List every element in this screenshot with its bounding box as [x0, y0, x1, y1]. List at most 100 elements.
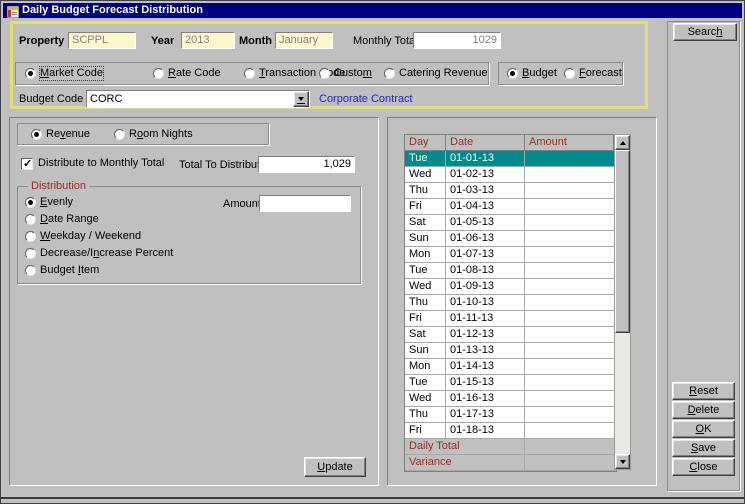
cell-date: 01-18-13 — [446, 423, 525, 438]
radio-label: Date Range — [40, 213, 99, 226]
budget-code-combobox[interactable]: CORC — [86, 90, 310, 108]
table-row[interactable]: Sat01-12-13 — [405, 327, 616, 343]
radio-budget[interactable]: Budget — [507, 67, 557, 80]
footer-label: Daily Total — [405, 439, 525, 454]
cell-date: 01-07-13 — [446, 247, 525, 262]
cell-date: 01-17-13 — [446, 407, 525, 422]
table-footer-row: Daily Total — [405, 439, 616, 455]
scroll-up-button[interactable] — [615, 135, 630, 150]
radio-custom[interactable]: Custom — [319, 67, 372, 80]
table-row[interactable]: Wed01-02-13 — [405, 167, 616, 183]
cell-date: 01-13-13 — [446, 343, 525, 358]
table-footer-row: Variance — [405, 455, 616, 471]
cell-amount — [525, 279, 614, 294]
title-bar[interactable]: Daily Budget Forecast Distribution — [3, 3, 742, 18]
scrollbar-thumb[interactable] — [615, 150, 630, 333]
scroll-down-button[interactable] — [615, 454, 630, 469]
table-scrollbar[interactable] — [614, 134, 631, 470]
table-row[interactable]: Wed01-09-13 — [405, 279, 616, 295]
radio-rate-code[interactable]: Rate Code — [153, 67, 221, 80]
table-header-row: Day Date Amount — [405, 135, 616, 151]
cell-amount — [525, 391, 614, 406]
table-row[interactable]: Fri01-11-13 — [405, 311, 616, 327]
radio-forecast[interactable]: Forecast — [564, 67, 622, 80]
cell-date: 01-10-13 — [446, 295, 525, 310]
table-row[interactable]: Thu01-17-13 — [405, 407, 616, 423]
table-row[interactable]: Mon01-07-13 — [405, 247, 616, 263]
cell-date: 01-08-13 — [446, 263, 525, 278]
bottom-frame-edge — [1, 497, 744, 499]
cell-amount — [525, 151, 614, 166]
total-to-distribute-field[interactable]: 1,029 — [258, 156, 355, 173]
property-label: Property — [19, 35, 64, 48]
ok-button[interactable]: OK — [672, 420, 735, 438]
arrow-down-icon — [620, 460, 626, 464]
cell-date: 01-09-13 — [446, 279, 525, 294]
radio-date-range[interactable]: Date Range — [25, 213, 99, 226]
cell-day: Thu — [405, 183, 446, 198]
cell-day: Mon — [405, 359, 446, 374]
cell-day: Mon — [405, 247, 446, 262]
column-header-date[interactable]: Date — [446, 135, 525, 150]
reset-button[interactable]: Reset — [672, 382, 735, 400]
radio-market-code[interactable]: Market Code — [25, 67, 103, 80]
cell-day: Fri — [405, 423, 446, 438]
radio-room-nights[interactable]: Room Nights — [114, 128, 193, 141]
table-row[interactable]: Sat01-05-13 — [405, 215, 616, 231]
radio-label: Budget Item — [40, 264, 99, 277]
cell-day: Tue — [405, 151, 446, 166]
update-button[interactable]: Update — [304, 457, 366, 477]
year-field: 2013 — [181, 32, 235, 49]
property-field: SCPPL — [68, 32, 136, 49]
cell-amount — [525, 231, 614, 246]
cell-day: Wed — [405, 391, 446, 406]
cell-date: 01-11-13 — [446, 311, 525, 326]
monthly-total-label: Monthly Total — [353, 35, 418, 48]
cell-amount — [525, 343, 614, 358]
radio-label: Revenue — [46, 128, 90, 141]
radio-budget-item[interactable]: Budget Item — [25, 264, 99, 277]
delete-button[interactable]: Delete — [672, 401, 735, 419]
cell-date: 01-16-13 — [446, 391, 525, 406]
table-row[interactable]: Tue01-01-13 — [405, 151, 616, 167]
table-row[interactable]: Tue01-08-13 — [405, 263, 616, 279]
table-row[interactable]: Sun01-06-13 — [405, 231, 616, 247]
footer-amount — [525, 455, 614, 470]
radio-revenue[interactable]: Revenue — [31, 128, 90, 141]
radio-catering-revenue[interactable]: Catering Revenue — [384, 67, 488, 80]
radio-label: Budget — [522, 67, 557, 80]
radio-icon — [31, 129, 42, 140]
daily-amounts-table: Day Date Amount Tue01-01-13Wed01-02-13Th… — [404, 134, 617, 472]
cell-day: Thu — [405, 295, 446, 310]
amount-field[interactable] — [259, 195, 351, 212]
cell-date: 01-03-13 — [446, 183, 525, 198]
save-button[interactable]: Save — [672, 439, 735, 457]
column-header-day[interactable]: Day — [405, 135, 446, 150]
column-header-amount[interactable]: Amount — [525, 135, 614, 150]
radio-icon — [25, 265, 36, 276]
table-row[interactable]: Fri01-04-13 — [405, 199, 616, 215]
table-row[interactable]: Thu01-10-13 — [405, 295, 616, 311]
radio-label: Weekday / Weekend — [40, 230, 141, 243]
budget-code-dropdown-button[interactable] — [293, 91, 309, 107]
radio-decrease-increase-percent[interactable]: Decrease/Increase Percent — [25, 247, 173, 260]
table-row[interactable]: Wed01-16-13 — [405, 391, 616, 407]
cell-amount — [525, 247, 614, 262]
table-row[interactable]: Thu01-03-13 — [405, 183, 616, 199]
radio-label: Catering Revenue — [399, 67, 488, 80]
budget-table-body: Tue01-01-13Wed01-02-13Thu01-03-13Fri01-0… — [405, 151, 616, 471]
table-row[interactable]: Sun01-13-13 — [405, 343, 616, 359]
close-button[interactable]: Close — [672, 458, 735, 476]
cell-day: Wed — [405, 279, 446, 294]
cell-amount — [525, 295, 614, 310]
table-row[interactable]: Fri01-18-13 — [405, 423, 616, 439]
table-row[interactable]: Tue01-15-13 — [405, 375, 616, 391]
cell-date: 01-12-13 — [446, 327, 525, 342]
chevron-down-icon — [298, 97, 304, 101]
radio-evenly[interactable]: Evenly — [25, 196, 73, 209]
radio-label: Evenly — [40, 196, 73, 209]
radio-weekday-weekend[interactable]: Weekday / Weekend — [25, 230, 141, 243]
table-row[interactable]: Mon01-14-13 — [405, 359, 616, 375]
distribute-to-monthly-total-checkbox[interactable]: Distribute to Monthly Total — [21, 157, 164, 170]
window-icon — [7, 6, 19, 18]
